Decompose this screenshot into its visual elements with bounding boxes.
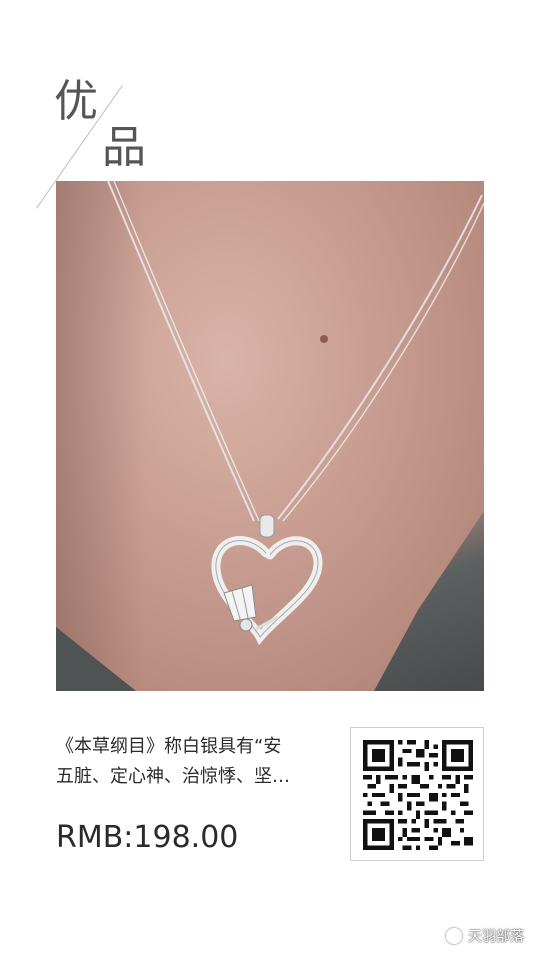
poster: 优 品 《本草纲目》称白银具有“安 五脏、定心神、治惊悸、坚… RMB:198.… <box>0 0 540 960</box>
description-line-1: 《本草纲目》称白银具有“安 <box>56 736 282 757</box>
product-description: 《本草纲目》称白银具有“安 五脏、定心神、治惊悸、坚… <box>56 732 336 792</box>
brand-char-pin: 品 <box>102 122 146 173</box>
brand-char-you: 优 <box>54 76 98 127</box>
description-line-2: 五脏、定心神、治惊悸、坚… <box>56 766 290 787</box>
watermark-text: 天羽部落 <box>468 929 524 945</box>
wechat-channel-icon <box>446 928 462 944</box>
account-watermark: 天羽部落 <box>446 926 524 946</box>
necklace-illustration <box>107 181 484 646</box>
product-photo <box>56 181 484 691</box>
qr-code-icon <box>363 740 473 850</box>
product-price: RMB:198.00 <box>56 820 239 855</box>
qr-code[interactable] <box>350 727 484 861</box>
